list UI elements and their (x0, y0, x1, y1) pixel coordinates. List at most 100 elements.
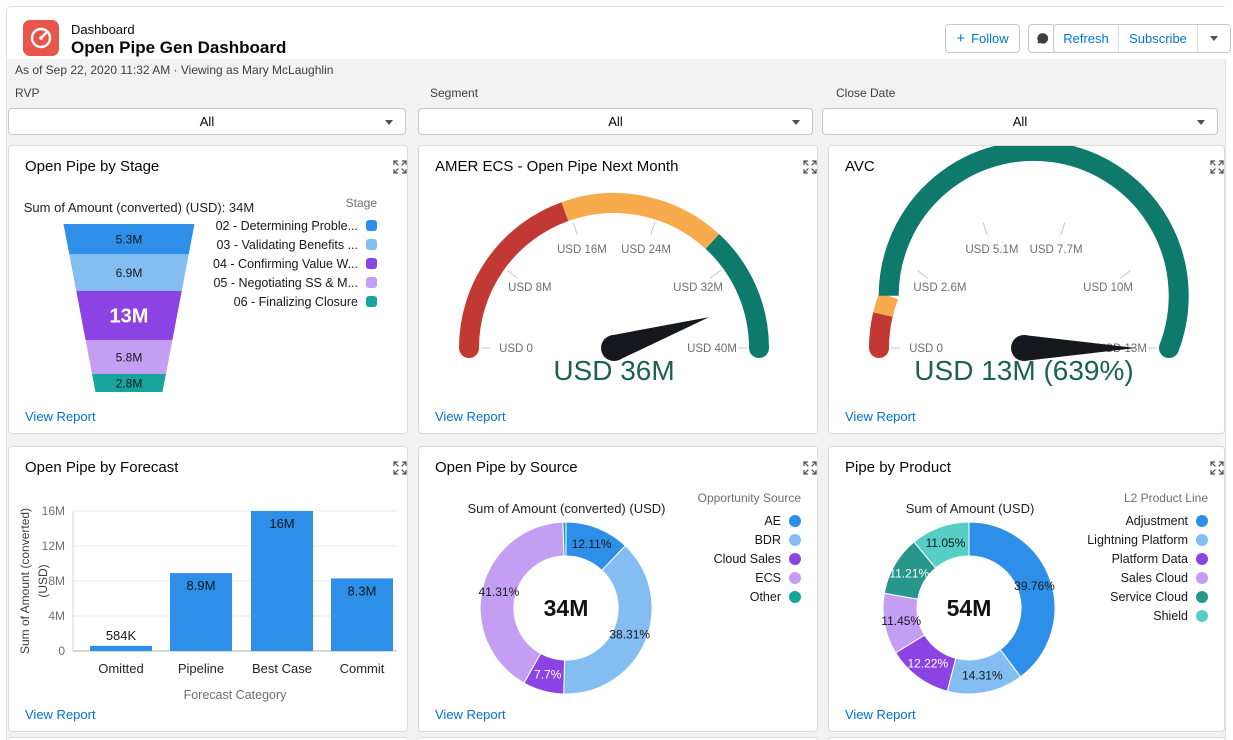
expand-icon[interactable] (1208, 459, 1212, 463)
caret-down-icon (792, 120, 800, 125)
donut-chart: 39.76%14.31%12.22%11.45%11.21%11.05%54M (829, 477, 1129, 729)
expand-icon[interactable] (391, 459, 395, 463)
expand-icon[interactable] (801, 158, 805, 162)
more-actions-button[interactable] (1197, 25, 1230, 52)
gauge-segment (879, 315, 883, 349)
gauge-segment (883, 296, 889, 315)
gauge-segment (565, 203, 713, 241)
y-tick-label: 0 (58, 644, 65, 658)
view-report-link[interactable]: View Report (25, 409, 96, 424)
donut-percent-label: 11.05% (926, 536, 966, 550)
legend-item[interactable]: Lightning Platform (1087, 530, 1208, 549)
bar[interactable] (251, 511, 313, 651)
legend-label: 04 - Confirming Value W... (213, 257, 358, 271)
legend-label: 05 - Negotiating SS & M... (213, 276, 358, 290)
donut-percent-label: 7.7% (534, 668, 562, 682)
follow-button-label: Follow (971, 31, 1009, 46)
legend-swatch (366, 220, 377, 231)
legend-item[interactable]: Sales Cloud (1087, 568, 1208, 587)
rvp-filter-value: All (200, 114, 214, 129)
legend-item[interactable]: 05 - Negotiating SS & M... (213, 273, 377, 292)
header-button-group: Refresh Subscribe (1053, 24, 1231, 53)
as-of-text: As of Sep 22, 2020 11:32 AM · Viewing as… (15, 63, 333, 77)
legend-label: ECS (755, 571, 781, 585)
legend-item[interactable]: AE (698, 511, 801, 530)
legend-item[interactable]: ECS (698, 568, 801, 587)
donut-center-label: 34M (544, 595, 589, 621)
widget-open-pipe-by-stage: Open Pipe by Stage Sum of Amount (conver… (8, 145, 408, 434)
legend-label: BDR (755, 533, 781, 547)
funnel-value-label: 6.9M (116, 266, 143, 280)
view-report-link[interactable]: View Report (435, 409, 506, 424)
donut-percent-label: 38.31% (609, 628, 650, 642)
feed-button[interactable] (1028, 24, 1056, 53)
widget-title: Open Pipe by Forecast (25, 459, 178, 476)
legend-label: Shield (1153, 609, 1188, 623)
legend-item[interactable]: BDR (698, 530, 801, 549)
legend: Stage 02 - Determining Proble...03 - Vali… (213, 196, 377, 311)
y-tick-label: 4M (48, 609, 65, 623)
legend-item[interactable]: 03 - Validating Benefits ... (213, 235, 377, 254)
rvp-filter-select[interactable]: All (8, 108, 406, 135)
legend-item[interactable]: Service Cloud (1087, 587, 1208, 606)
legend-item[interactable]: Platform Data (1087, 549, 1208, 568)
gauge-chart: USD 0USD 8MUSD 16MUSD 24MUSD 32MUSD 40MU… (419, 146, 819, 396)
follow-button[interactable]: + Follow (945, 24, 1020, 53)
widget-open-pipe-by-source: Open Pipe by Source Sum of Amount (conve… (418, 446, 818, 732)
bar-value-label: 584K (106, 628, 137, 643)
bar-value-label: 8.9M (187, 578, 216, 593)
gauge-tick-label: USD 16M (557, 244, 607, 256)
gauge-tick-label: USD 10M (1083, 282, 1133, 294)
funnel-value-label: 2.8M (116, 377, 143, 391)
legend-swatch (789, 534, 801, 546)
gauge-tick-label: USD 8M (508, 282, 551, 294)
donut-percent-label: 11.21% (889, 567, 929, 581)
bar-value-label: 16M (269, 516, 294, 531)
gauge-tick (1061, 223, 1065, 235)
legend-item[interactable]: 02 - Determining Proble... (213, 216, 377, 235)
legend: Opportunity SourceAEBDRCloud SalesECSOth… (698, 491, 801, 606)
gauge-tick-label: USD 7.7M (1030, 244, 1083, 256)
expand-icon[interactable] (391, 158, 395, 162)
bar[interactable] (90, 646, 152, 651)
subscribe-button[interactable]: Subscribe (1118, 25, 1197, 52)
salesforce-dashboard-page: Dashboard Open Pipe Gen Dashboard + Foll… (0, 0, 1233, 740)
legend-label: Platform Data (1112, 552, 1188, 566)
widget-title: AMER ECS - Open Pipe Next Month (435, 158, 678, 175)
gauge-value-label: USD 36M (553, 355, 674, 386)
donut-percent-label: 39.76% (1014, 579, 1055, 593)
close-date-filter-select[interactable]: All (822, 108, 1218, 135)
legend-item[interactable]: Other (698, 587, 801, 606)
view-report-link[interactable]: View Report (845, 409, 916, 424)
dashboard-icon (23, 20, 59, 56)
legend-item[interactable]: Cloud Sales (698, 549, 801, 568)
legend-item[interactable]: 06 - Finalizing Closure (213, 292, 377, 311)
legend-item[interactable]: Adjustment (1087, 511, 1208, 530)
view-report-link[interactable]: View Report (25, 707, 96, 722)
gauge-tick-label: USD 40M (687, 343, 737, 355)
legend-label: Sales Cloud (1121, 571, 1188, 585)
y-tick-label: 12M (42, 539, 65, 553)
gauge-value-label: USD 13M (639%) (914, 355, 1133, 386)
caret-down-icon (1197, 120, 1205, 125)
widget-avc: USD 0USD 2.6MUSD 5.1MUSD 7.7MUSD 10MUSD … (828, 145, 1225, 434)
funnel-value-label: 13M (110, 306, 149, 328)
gauge-tick (710, 270, 721, 278)
expand-icon[interactable] (1208, 158, 1212, 162)
legend-item[interactable]: Shield (1087, 606, 1208, 625)
gauge-segment (712, 242, 759, 349)
legend-title: Stage (213, 196, 377, 210)
view-report-link[interactable]: View Report (435, 707, 506, 722)
expand-icon[interactable] (801, 459, 805, 463)
legend-label: Cloud Sales (714, 552, 781, 566)
legend-swatch (1196, 553, 1208, 565)
dashboard-header: Dashboard Open Pipe Gen Dashboard + Foll… (7, 7, 1226, 59)
segment-filter-select[interactable]: All (418, 108, 813, 135)
gauge-tick-label: USD 2.6M (913, 282, 966, 294)
widget-amer-ecs-open-pipe-next-month: USD 0USD 8MUSD 16MUSD 24MUSD 32MUSD 40MU… (418, 145, 818, 434)
legend-title: L2 Product Line (1087, 491, 1208, 505)
legend-item[interactable]: 04 - Confirming Value W... (213, 254, 377, 273)
donut-center-label: 54M (947, 595, 992, 621)
view-report-link[interactable]: View Report (845, 707, 916, 722)
refresh-button[interactable]: Refresh (1054, 25, 1118, 52)
